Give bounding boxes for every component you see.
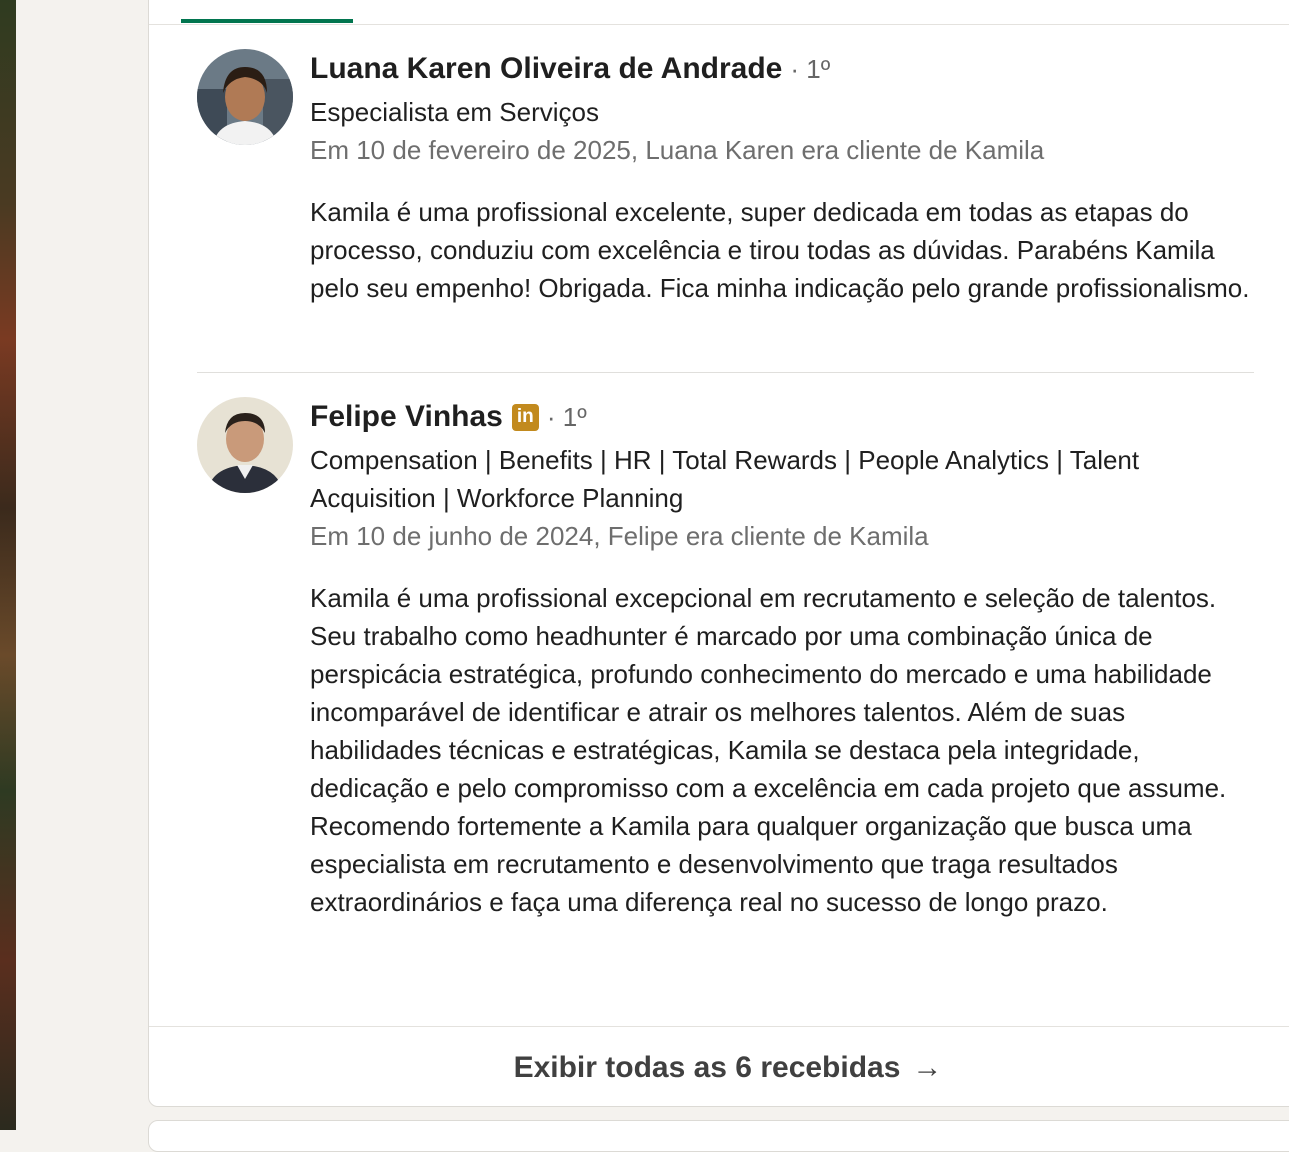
tab-bar [149,0,1289,25]
recommendation-meta: Em 10 de fevereiro de 2025, Luana Karen … [310,135,1045,165]
recommendation-item: Felipe Vinhas in · 1º Compensation | Ben… [197,397,1255,1007]
recommender-name[interactable]: Luana Karen Oliveira de Andrade [310,52,782,86]
avatar[interactable] [197,49,293,145]
tab-received-active-indicator[interactable] [181,19,353,23]
recommender-name[interactable]: Felipe Vinhas [310,400,503,434]
recommendation-text: Kamila é uma profissional excepcional em… [310,583,1227,917]
recommendation-text: Kamila é uma profissional excelente, sup… [310,197,1250,303]
avatar[interactable] [197,397,293,493]
linkedin-premium-icon: in [511,403,539,431]
show-all-label: Exibir todas as 6 recebidas [513,1051,901,1084]
connection-degree: · 1º [790,53,831,84]
background-photo-edge [0,0,16,1130]
divider [197,372,1254,373]
recommender-headline: Especialista em Serviços [310,97,599,127]
recommender-headline: Compensation | Benefits | HR | Total Rew… [310,445,1140,513]
recommendation-meta: Em 10 de junho de 2024, Felipe era clien… [310,521,929,551]
connection-degree: · 1º [546,401,587,432]
recommendations-card: Luana Karen Oliveira de Andrade · 1º Esp… [148,0,1289,1107]
card-footer: Exibir todas as 6 recebidas → [149,1026,1289,1106]
arrow-right-icon: → [912,1051,943,1084]
next-card-edge [148,1120,1289,1152]
recommendation-item: Luana Karen Oliveira de Andrade · 1º Esp… [197,49,1255,359]
show-all-button[interactable]: Exibir todas as 6 recebidas → [514,1051,943,1085]
